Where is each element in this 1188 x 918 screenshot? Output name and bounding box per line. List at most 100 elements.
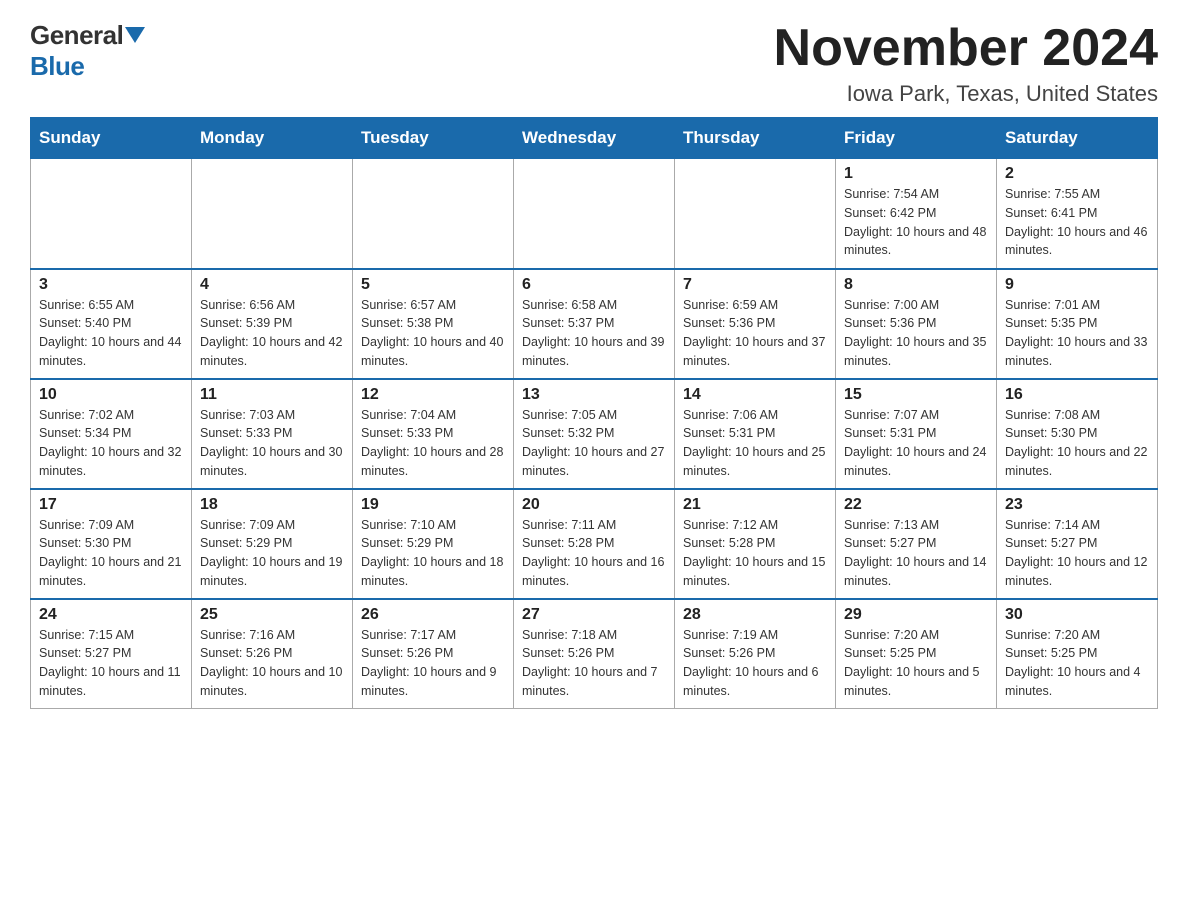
calendar-cell: 21Sunrise: 7:12 AM Sunset: 5:28 PM Dayli… <box>675 489 836 599</box>
calendar-cell: 23Sunrise: 7:14 AM Sunset: 5:27 PM Dayli… <box>997 489 1158 599</box>
day-number: 6 <box>522 276 666 294</box>
day-number: 17 <box>39 496 183 514</box>
day-info: Sunrise: 6:58 AM Sunset: 5:37 PM Dayligh… <box>522 296 666 371</box>
day-info: Sunrise: 7:20 AM Sunset: 5:25 PM Dayligh… <box>1005 626 1149 701</box>
day-info: Sunrise: 7:55 AM Sunset: 6:41 PM Dayligh… <box>1005 185 1149 260</box>
day-info: Sunrise: 7:01 AM Sunset: 5:35 PM Dayligh… <box>1005 296 1149 371</box>
calendar-cell: 5 Sunrise: 6:57 AM Sunset: 5:38 PM Daylig… <box>353 269 514 379</box>
calendar-cell: 9 Sunrise: 7:01 AM Sunset: 5:35 PM Daylig… <box>997 269 1158 379</box>
calendar-cell: 13Sunrise: 7:05 AM Sunset: 5:32 PM Dayli… <box>514 379 675 489</box>
calendar-cell: 29Sunrise: 7:20 AM Sunset: 5:25 PM Dayli… <box>836 599 997 709</box>
day-info: Sunrise: 7:17 AM Sunset: 5:26 PM Dayligh… <box>361 626 505 701</box>
day-number: 30 <box>1005 606 1149 624</box>
calendar-cell: 18 Sunrise: 7:09 AM Sunset: 5:29 PM Dayli… <box>192 489 353 599</box>
day-info: Sunrise: 7:13 AM Sunset: 5:27 PM Dayligh… <box>844 516 988 591</box>
day-number: 5 <box>361 276 505 294</box>
day-number: 27 <box>522 606 666 624</box>
calendar-cell: 19 Sunrise: 7:10 AM Sunset: 5:29 PM Dayli… <box>353 489 514 599</box>
calendar-cell: 10Sunrise: 7:02 AM Sunset: 5:34 PM Dayli… <box>31 379 192 489</box>
calendar-cell: 20 Sunrise: 7:11 AM Sunset: 5:28 PM Dayli… <box>514 489 675 599</box>
day-number: 3 <box>39 276 183 294</box>
day-info: Sunrise: 7:18 AM Sunset: 5:26 PM Dayligh… <box>522 626 666 701</box>
day-number: 14 <box>683 386 827 404</box>
calendar-cell: 26 Sunrise: 7:17 AM Sunset: 5:26 PM Dayli… <box>353 599 514 709</box>
month-title: November 2024 <box>774 20 1158 77</box>
day-info: Sunrise: 6:59 AM Sunset: 5:36 PM Dayligh… <box>683 296 827 371</box>
calendar-cell: 6 Sunrise: 6:58 AM Sunset: 5:37 PM Daylig… <box>514 269 675 379</box>
weekday-header-monday: Monday <box>192 118 353 159</box>
day-number: 20 <box>522 496 666 514</box>
day-info: Sunrise: 7:54 AM Sunset: 6:42 PM Dayligh… <box>844 185 988 260</box>
calendar-cell: 3 Sunrise: 6:55 AM Sunset: 5:40 PM Daylig… <box>31 269 192 379</box>
day-number: 10 <box>39 386 183 404</box>
day-info: Sunrise: 6:55 AM Sunset: 5:40 PM Dayligh… <box>39 296 183 371</box>
weekday-header-saturday: Saturday <box>997 118 1158 159</box>
calendar-cell <box>675 159 836 269</box>
day-number: 19 <box>361 496 505 514</box>
day-number: 7 <box>683 276 827 294</box>
calendar-week-5: 24 Sunrise: 7:15 AM Sunset: 5:27 PM Dayli… <box>31 599 1158 709</box>
day-number: 1 <box>844 165 988 183</box>
day-info: Sunrise: 6:57 AM Sunset: 5:38 PM Dayligh… <box>361 296 505 371</box>
day-number: 8 <box>844 276 988 294</box>
calendar-week-4: 17 Sunrise: 7:09 AM Sunset: 5:30 PM Dayli… <box>31 489 1158 599</box>
day-number: 2 <box>1005 165 1149 183</box>
day-info: Sunrise: 7:07 AM Sunset: 5:31 PM Dayligh… <box>844 406 988 481</box>
logo: General Blue <box>30 20 145 82</box>
calendar-cell: 30 Sunrise: 7:20 AM Sunset: 5:25 PM Dayli… <box>997 599 1158 709</box>
title-section: November 2024 Iowa Park, Texas, United S… <box>774 20 1158 107</box>
day-info: Sunrise: 7:16 AM Sunset: 5:26 PM Dayligh… <box>200 626 344 701</box>
day-info: Sunrise: 7:10 AM Sunset: 5:29 PM Dayligh… <box>361 516 505 591</box>
day-info: Sunrise: 7:09 AM Sunset: 5:29 PM Dayligh… <box>200 516 344 591</box>
calendar-cell: 28 Sunrise: 7:19 AM Sunset: 5:26 PM Dayli… <box>675 599 836 709</box>
calendar-cell: 25 Sunrise: 7:16 AM Sunset: 5:26 PM Dayli… <box>192 599 353 709</box>
day-number: 15 <box>844 386 988 404</box>
calendar-cell: 2 Sunrise: 7:55 AM Sunset: 6:41 PM Daylig… <box>997 159 1158 269</box>
day-info: Sunrise: 7:00 AM Sunset: 5:36 PM Dayligh… <box>844 296 988 371</box>
calendar-table: SundayMondayTuesdayWednesdayThursdayFrid… <box>30 117 1158 709</box>
location-text: Iowa Park, Texas, United States <box>774 81 1158 107</box>
calendar-week-3: 10Sunrise: 7:02 AM Sunset: 5:34 PM Dayli… <box>31 379 1158 489</box>
day-info: Sunrise: 7:11 AM Sunset: 5:28 PM Dayligh… <box>522 516 666 591</box>
calendar-cell: 1 Sunrise: 7:54 AM Sunset: 6:42 PM Daylig… <box>836 159 997 269</box>
calendar-cell: 7 Sunrise: 6:59 AM Sunset: 5:36 PM Daylig… <box>675 269 836 379</box>
calendar-cell <box>192 159 353 269</box>
calendar-cell: 14 Sunrise: 7:06 AM Sunset: 5:31 PM Dayli… <box>675 379 836 489</box>
day-number: 13 <box>522 386 666 404</box>
day-info: Sunrise: 7:08 AM Sunset: 5:30 PM Dayligh… <box>1005 406 1149 481</box>
day-info: Sunrise: 7:03 AM Sunset: 5:33 PM Dayligh… <box>200 406 344 481</box>
day-number: 25 <box>200 606 344 624</box>
day-number: 9 <box>1005 276 1149 294</box>
calendar-cell: 4Sunrise: 6:56 AM Sunset: 5:39 PM Daylig… <box>192 269 353 379</box>
day-info: Sunrise: 7:09 AM Sunset: 5:30 PM Dayligh… <box>39 516 183 591</box>
weekday-header-sunday: Sunday <box>31 118 192 159</box>
calendar-week-2: 3 Sunrise: 6:55 AM Sunset: 5:40 PM Daylig… <box>31 269 1158 379</box>
calendar-cell: 8 Sunrise: 7:00 AM Sunset: 5:36 PM Daylig… <box>836 269 997 379</box>
weekday-header-friday: Friday <box>836 118 997 159</box>
day-number: 28 <box>683 606 827 624</box>
day-number: 26 <box>361 606 505 624</box>
calendar-cell: 22 Sunrise: 7:13 AM Sunset: 5:27 PM Dayli… <box>836 489 997 599</box>
calendar-cell: 15 Sunrise: 7:07 AM Sunset: 5:31 PM Dayli… <box>836 379 997 489</box>
day-info: Sunrise: 6:56 AM Sunset: 5:39 PM Dayligh… <box>200 296 344 371</box>
calendar-week-1: 1 Sunrise: 7:54 AM Sunset: 6:42 PM Daylig… <box>31 159 1158 269</box>
day-info: Sunrise: 7:19 AM Sunset: 5:26 PM Dayligh… <box>683 626 827 701</box>
weekday-header-thursday: Thursday <box>675 118 836 159</box>
weekday-header-row: SundayMondayTuesdayWednesdayThursdayFrid… <box>31 118 1158 159</box>
calendar-cell: 17 Sunrise: 7:09 AM Sunset: 5:30 PM Dayli… <box>31 489 192 599</box>
day-number: 18 <box>200 496 344 514</box>
day-number: 29 <box>844 606 988 624</box>
day-info: Sunrise: 7:15 AM Sunset: 5:27 PM Dayligh… <box>39 626 183 701</box>
day-number: 11 <box>200 386 344 404</box>
day-number: 24 <box>39 606 183 624</box>
calendar-cell: 12Sunrise: 7:04 AM Sunset: 5:33 PM Dayli… <box>353 379 514 489</box>
calendar-cell: 27 Sunrise: 7:18 AM Sunset: 5:26 PM Dayli… <box>514 599 675 709</box>
weekday-header-tuesday: Tuesday <box>353 118 514 159</box>
day-number: 21 <box>683 496 827 514</box>
day-number: 22 <box>844 496 988 514</box>
calendar-cell <box>514 159 675 269</box>
calendar-cell <box>353 159 514 269</box>
calendar-cell: 16 Sunrise: 7:08 AM Sunset: 5:30 PM Dayli… <box>997 379 1158 489</box>
day-number: 16 <box>1005 386 1149 404</box>
day-info: Sunrise: 7:06 AM Sunset: 5:31 PM Dayligh… <box>683 406 827 481</box>
